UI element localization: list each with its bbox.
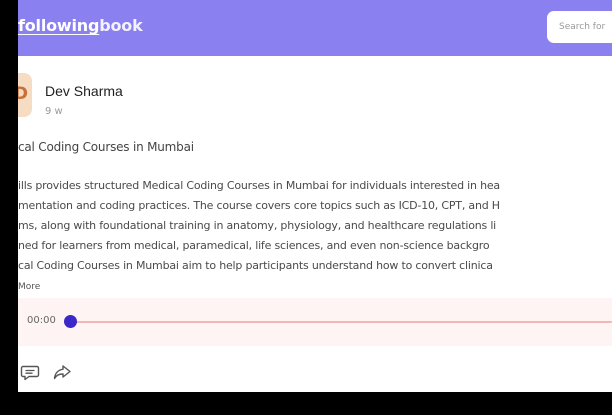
audio-player: 00:00 <box>18 298 612 346</box>
post-body-line: ned for learners from medical, paramedic… <box>18 239 490 252</box>
page: followingbook D Dev Sharma 9 w cal Codin… <box>18 0 612 392</box>
post-body-line: ms, along with foundational training in … <box>18 219 497 232</box>
post-body: ills provides structured Medical Coding … <box>18 176 612 276</box>
post-title: cal Coding Courses in Mumbai <box>18 140 194 154</box>
avatar[interactable]: D <box>18 73 32 117</box>
comment-icon[interactable] <box>20 362 42 384</box>
audio-current-time: 00:00 <box>27 315 56 326</box>
post-timestamp: 9 w <box>45 106 63 117</box>
post-author-name[interactable]: Dev Sharma <box>45 83 123 99</box>
brand-logo-part1: following <box>18 16 100 35</box>
avatar-initial: D <box>18 84 28 104</box>
audio-progress-track[interactable] <box>66 321 612 323</box>
post-body-line: cal Coding Courses in Mumbai aim to help… <box>18 259 493 272</box>
read-more-link[interactable]: More <box>18 282 40 292</box>
post-body-line: mentation and coding practices. The cour… <box>18 199 500 212</box>
share-icon[interactable] <box>52 362 74 384</box>
audio-progress-thumb[interactable] <box>64 315 77 328</box>
post-body-line: ills provides structured Medical Coding … <box>18 179 500 192</box>
brand-logo-part2: book <box>99 16 143 35</box>
search-input[interactable] <box>547 11 612 43</box>
top-bar: followingbook <box>18 0 612 56</box>
brand-logo[interactable]: followingbook <box>18 16 143 35</box>
